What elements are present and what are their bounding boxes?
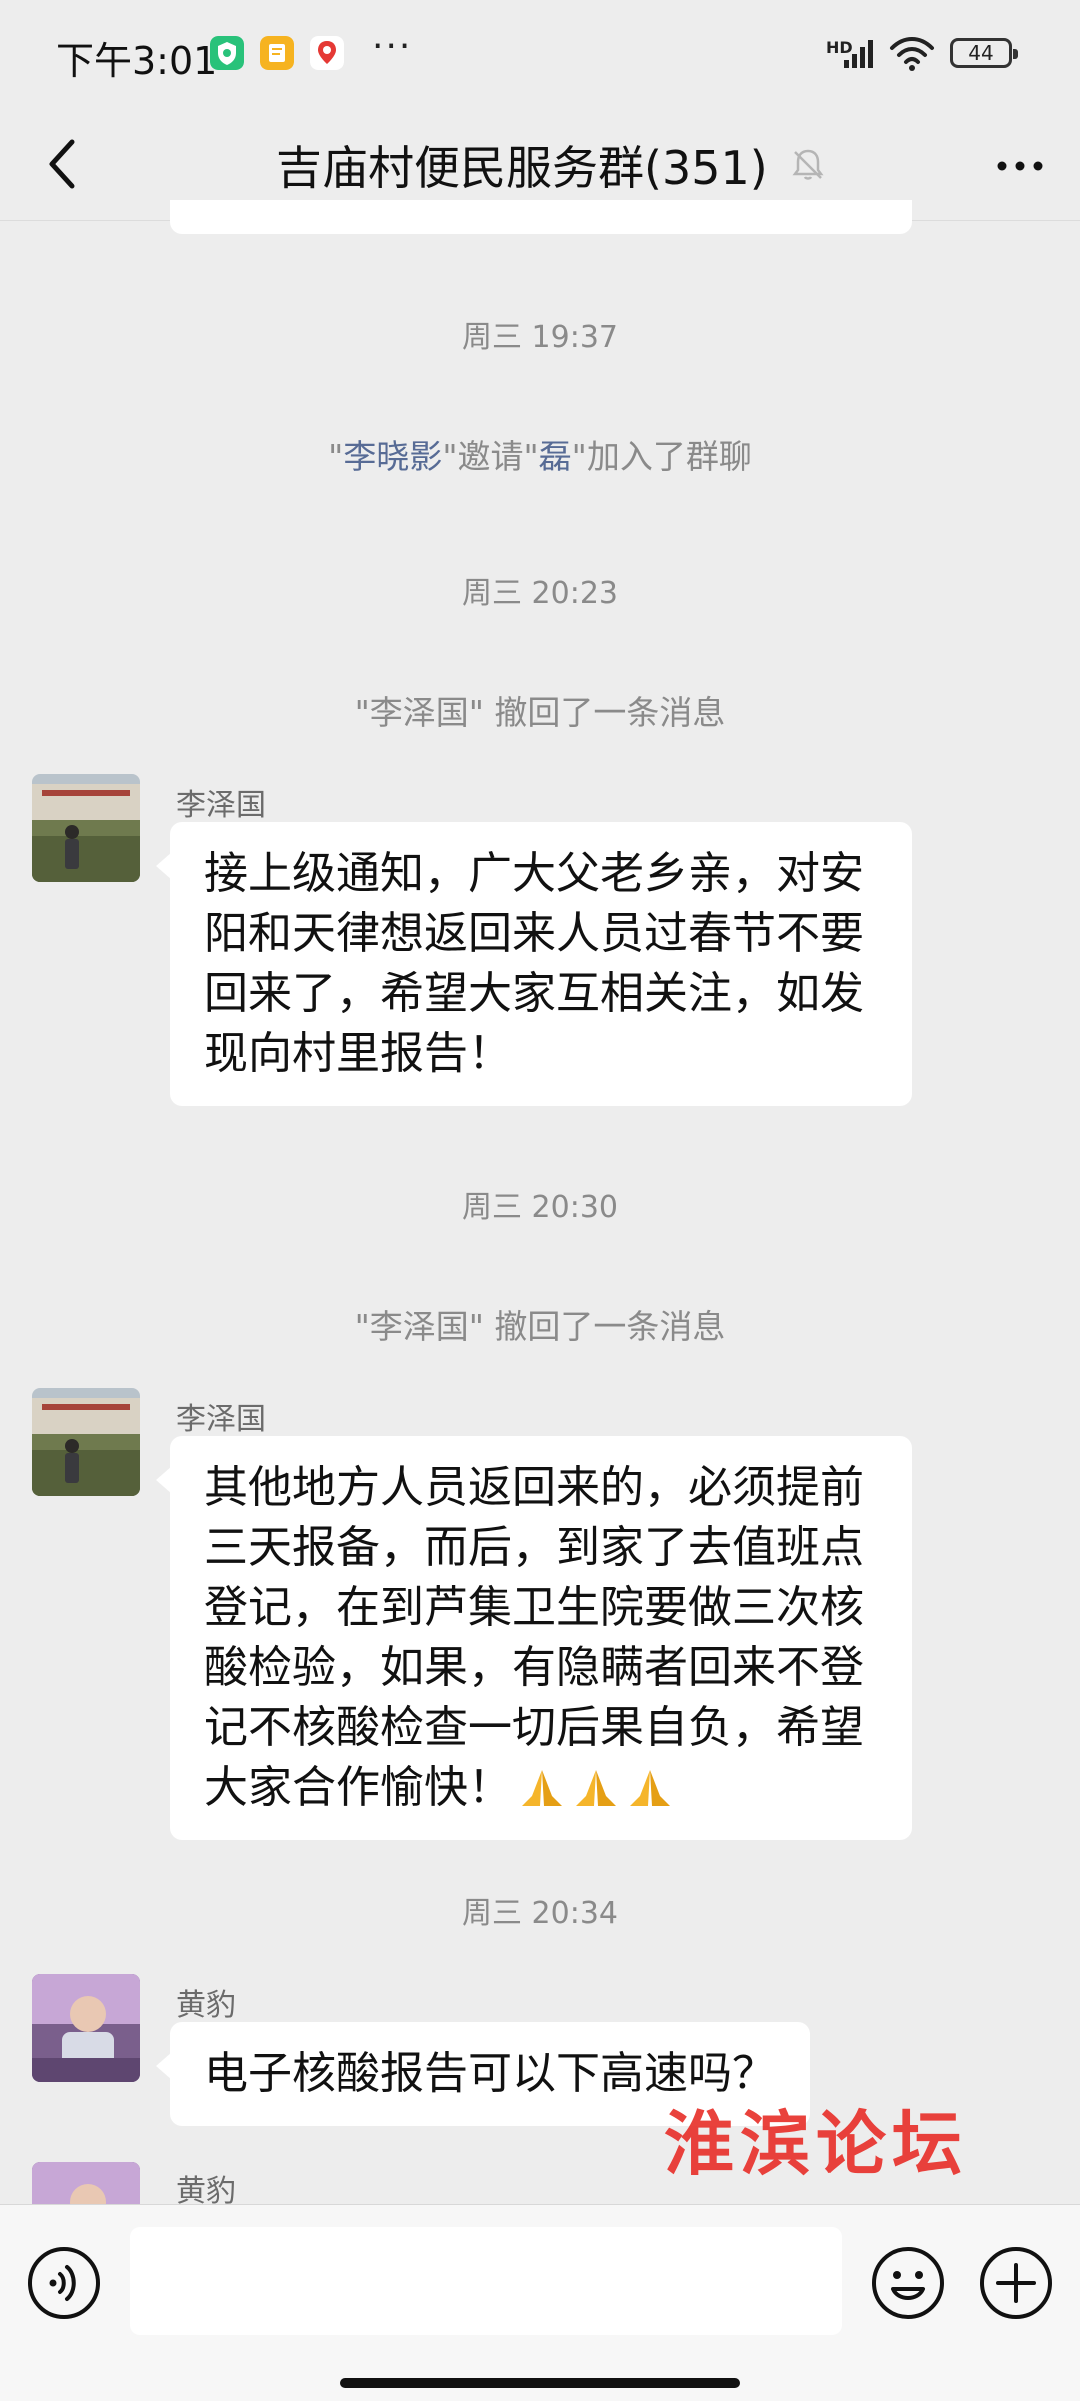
- sender-name: 李泽国: [176, 1402, 266, 1437]
- invitee-name-link[interactable]: 磊: [539, 437, 572, 476]
- message-line: 三天报备，而后，到家了去值班点: [204, 1522, 864, 1573]
- smiley-icon[interactable]: [870, 2245, 946, 2321]
- timestamp: 周三 19:37: [462, 320, 618, 355]
- avatar-photo: [32, 774, 140, 882]
- message-line-last: 大家合作愉快！: [204, 1758, 878, 1818]
- status-time: 下午3:01: [56, 39, 218, 83]
- message-line: 其他地方人员返回来的，必须提前: [204, 1462, 864, 1513]
- signal-icon: [844, 40, 873, 68]
- message-line: 记不核酸检查一切后果自负，希望: [204, 1702, 864, 1753]
- message-bubble-partial[interactable]: [170, 200, 912, 234]
- bell-off-icon: [792, 149, 824, 180]
- timestamp: 周三 20:34: [462, 1896, 618, 1931]
- chat-title: 吉庙村便民服务群(351): [276, 141, 768, 195]
- battery-indicator: 44: [950, 38, 1018, 68]
- avatar-photo: [32, 1388, 140, 1496]
- inviter-name-link[interactable]: 李晓影: [343, 437, 442, 476]
- status-more-dots: ···: [372, 26, 413, 67]
- chevron-left-icon[interactable]: [28, 128, 100, 200]
- avatar[interactable]: [32, 1974, 140, 2082]
- folded-hands-emoji: [576, 1770, 616, 1806]
- system-message-recall: "李泽国" 撤回了一条消息: [354, 1307, 726, 1346]
- message-bubble[interactable]: 接上级通知，广大父老乡亲，对安 阳和天律想返回来人员过春节不要 回来了，希望大家…: [156, 822, 912, 1106]
- avatar-photo: [32, 2162, 140, 2204]
- home-indicator[interactable]: [340, 2378, 740, 2388]
- message-line: 回来了，希望大家互相关注，如发: [204, 968, 864, 1019]
- message-bubble[interactable]: 其他地方人员返回来的，必须提前 三天报备，而后，到家了去值班点 登记，在到芦集卫…: [156, 1436, 912, 1840]
- timestamp: 周三 20:23: [462, 576, 618, 611]
- timestamp: 周三 20:30: [462, 1190, 618, 1225]
- system-message-recall: "李泽国" 撤回了一条消息: [354, 693, 726, 732]
- input-bar: [0, 2204, 1080, 2401]
- voice-icon[interactable]: [26, 2245, 102, 2321]
- notes-app-icon: [260, 36, 294, 70]
- sender-name: 黄豹: [176, 1988, 236, 2023]
- avatar[interactable]: [32, 1388, 140, 1496]
- message-line: 登记，在到芦集卫生院要做三次核: [204, 1582, 864, 1633]
- wifi-icon: [890, 37, 934, 71]
- folded-hands-emoji: [630, 1770, 670, 1806]
- status-bar: 下午3:01 ··· HD 44: [0, 0, 1080, 110]
- avatar-photo: [32, 1974, 140, 2082]
- message-input[interactable]: [130, 2227, 842, 2335]
- map-pin-app-icon: [310, 36, 344, 70]
- more-dots-icon[interactable]: [988, 136, 1052, 196]
- system-message-invite: "李晓影"邀请"磊"加入了群聊: [328, 437, 752, 476]
- sender-name: 李泽国: [176, 788, 266, 823]
- message-line: 现向村里报告！: [204, 1028, 512, 1079]
- folded-hands-emoji: [522, 1770, 562, 1806]
- message-line: 酸检验，如果，有隐瞒者回来不登: [204, 1642, 864, 1693]
- message-line: 接上级通知，广大父老乡亲，对安: [204, 848, 864, 899]
- chat-title-group[interactable]: 吉庙村便民服务群(351): [276, 130, 828, 200]
- avatar[interactable]: [32, 774, 140, 882]
- watermark: 淮滨论坛: [664, 2102, 968, 2185]
- message-line: 阳和天律想返回来人员过春节不要: [204, 908, 864, 959]
- plus-circle-icon[interactable]: [978, 2245, 1054, 2321]
- avatar[interactable]: [32, 2162, 140, 2204]
- shield-app-icon: [210, 36, 244, 70]
